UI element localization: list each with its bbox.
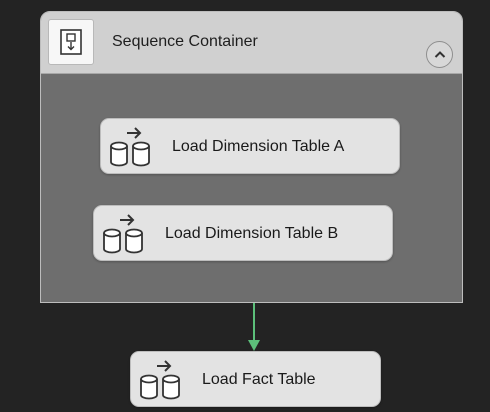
collapse-button[interactable] [426, 41, 453, 68]
task-label: Load Dimension Table A [172, 138, 345, 155]
task-load-dimension-table-b[interactable]: Load Dimension Table B [93, 205, 393, 261]
data-flow-task-icon [103, 214, 143, 254]
task-load-dimension-table-a[interactable]: Load Dimension Table A [100, 118, 400, 174]
success-precedence-arrow[interactable] [246, 303, 262, 353]
sequence-container-icon [48, 19, 94, 65]
task-label: Load Fact Table [202, 371, 316, 388]
task-label: Load Dimension Table B [165, 225, 339, 242]
task-load-fact-table[interactable]: Load Fact Table [130, 351, 381, 407]
data-flow-task-icon [110, 127, 150, 167]
sequence-container-title: Sequence Container [112, 33, 258, 50]
sequence-container-header[interactable]: Sequence Container [41, 12, 462, 74]
chevron-up-icon [434, 51, 446, 58]
data-flow-task-icon [140, 360, 180, 400]
